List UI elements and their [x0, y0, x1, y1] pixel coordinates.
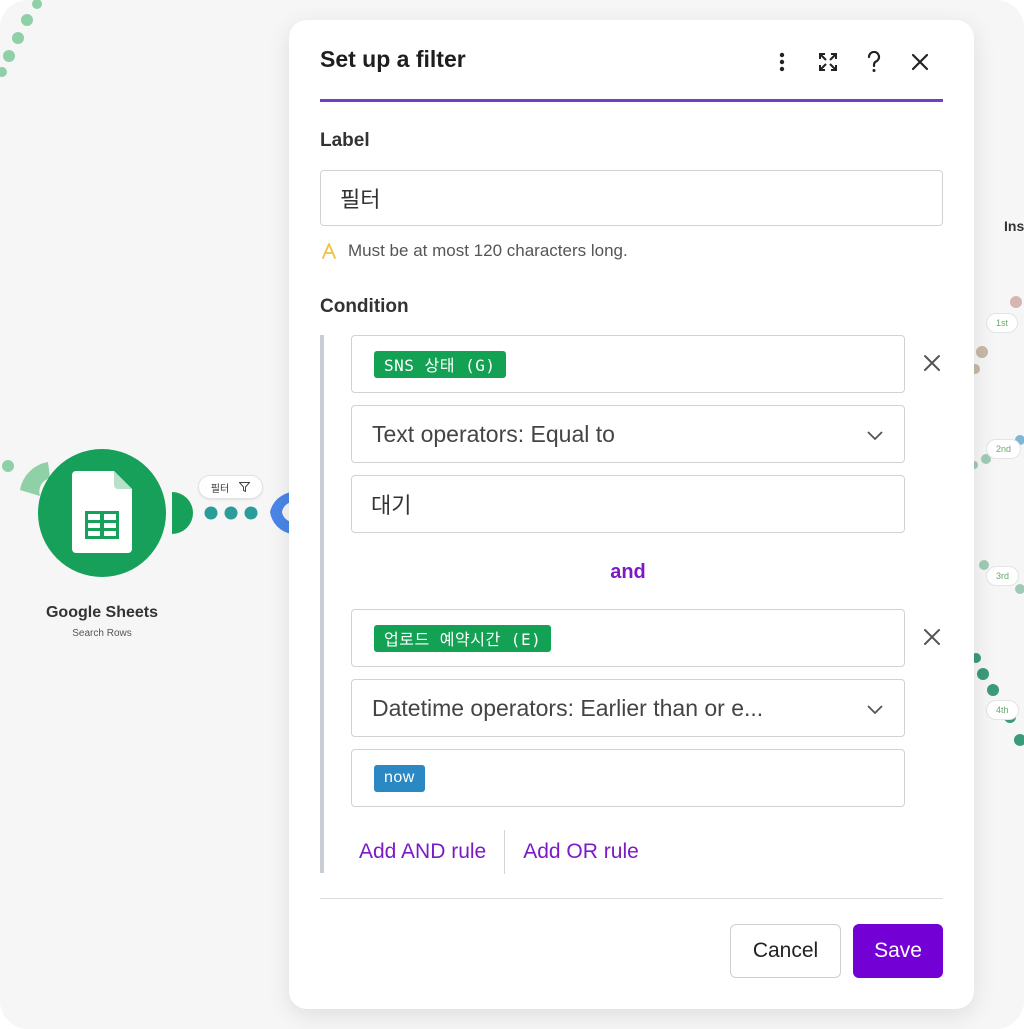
filter-pill-label: 필터	[210, 483, 230, 495]
close-icon	[911, 53, 929, 71]
rule-2-field-input[interactable]: 업로드 예약시간 (E)	[351, 609, 905, 667]
help-button[interactable]	[851, 48, 897, 76]
module-title: Google Sheets	[45, 604, 159, 621]
add-or-rule-link[interactable]: Add OR rule	[515, 840, 647, 864]
close-button[interactable]	[897, 48, 943, 76]
and-joiner: and	[610, 561, 646, 583]
modal-title: Set up a filter	[320, 46, 466, 72]
translate-warning-icon	[322, 243, 336, 259]
rule-2-value-input[interactable]: now	[351, 749, 905, 807]
rule-2-field-token[interactable]: 업로드 예약시간 (E)	[374, 624, 552, 652]
cancel-button[interactable]: Cancel	[730, 924, 841, 978]
route-tag-1[interactable]: 1st	[986, 313, 1019, 333]
label-hint: Must be at most 120 characters long.	[320, 241, 628, 261]
filter-pill[interactable]: 필터	[198, 475, 263, 499]
route-tag-2[interactable]: 2nd	[986, 439, 1022, 459]
rule-1-operator-value: Text operators: Equal to	[372, 420, 615, 447]
rule-1-value-input[interactable]: 대기	[351, 475, 905, 533]
help-icon	[867, 51, 881, 72]
label-heading: Label	[320, 130, 370, 151]
next-module-label: Ins	[1004, 218, 1024, 234]
google-sheets-module[interactable]	[38, 449, 166, 577]
chevron-down-icon	[867, 705, 883, 715]
remove-rule-2-icon[interactable]	[921, 626, 943, 648]
more-options-button[interactable]	[759, 48, 805, 76]
expand-icon	[819, 53, 837, 71]
funnel-icon	[239, 482, 251, 492]
condition-group-bar	[320, 335, 324, 873]
add-and-rule-link[interactable]: Add AND rule	[351, 840, 494, 864]
header-actions	[759, 48, 943, 76]
rule-1-field-token[interactable]: SNS 상태 (G)	[374, 350, 506, 378]
rule-2-operator-value: Datetime operators: Earlier than or e...	[372, 694, 764, 721]
route-tag-3[interactable]: 3rd	[986, 566, 1020, 586]
footer-divider	[320, 898, 943, 899]
route-tag-4[interactable]: 4th	[986, 700, 1019, 720]
label-input[interactable]: 필터	[320, 170, 943, 226]
rule-1-operator-select[interactable]: Text operators: Equal to	[351, 405, 905, 463]
add-rule-divider	[504, 830, 506, 874]
chevron-down-icon	[867, 431, 883, 441]
rule-2-value-token[interactable]: now	[374, 764, 425, 792]
modal-header: Set up a filter	[320, 20, 943, 102]
add-rule-actions: Add AND rule Add OR rule	[351, 830, 647, 874]
filter-setup-modal: Set up a filter Label 필터 Must be at most…	[289, 20, 974, 1009]
condition-heading: Condition	[320, 296, 409, 317]
expand-button[interactable]	[805, 48, 851, 76]
save-button[interactable]: Save	[853, 924, 943, 978]
module-subtitle: Search Rows	[72, 628, 132, 639]
remove-rule-1-icon[interactable]	[921, 352, 943, 374]
label-hint-text: Must be at most 120 characters long.	[348, 241, 628, 260]
rule-2-operator-select[interactable]: Datetime operators: Earlier than or e...	[351, 679, 905, 737]
more-vertical-icon	[779, 52, 785, 72]
rule-1-field-input[interactable]: SNS 상태 (G)	[351, 335, 905, 393]
google-sheets-icon	[72, 471, 132, 553]
